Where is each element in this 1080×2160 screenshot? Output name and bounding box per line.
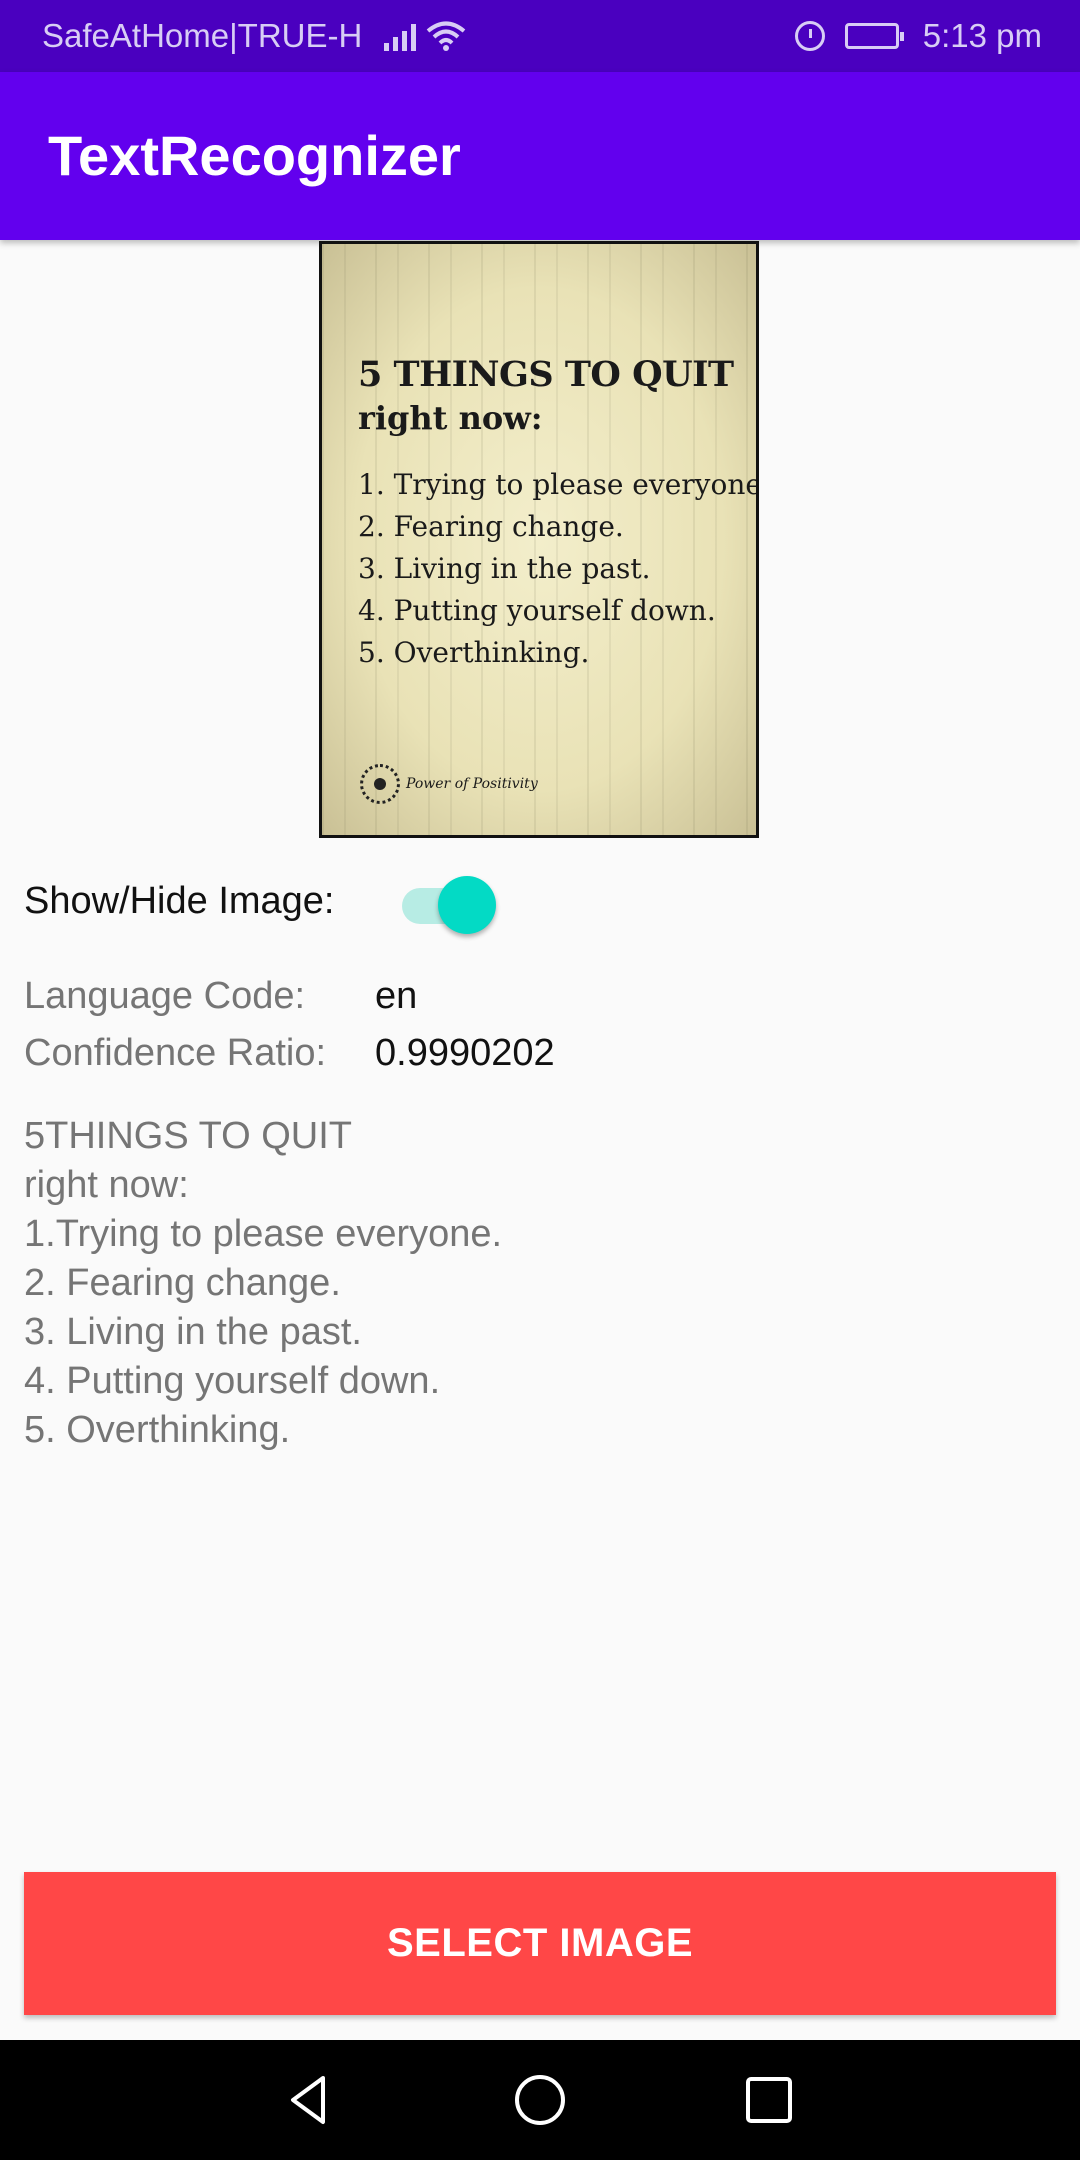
status-bar: SafeAtHome|TRUE-H 5:13 pm — [0, 0, 1080, 72]
image-list-item: 5. Overthinking. — [358, 636, 590, 669]
image-subtitle: right now: — [358, 399, 543, 437]
image-list-item: 4. Putting yourself down. — [358, 594, 716, 627]
selected-image: 5 THINGS TO QUIT right now: 1. Trying to… — [319, 241, 759, 838]
back-icon[interactable] — [279, 2070, 339, 2130]
image-logo: Power of Positivity — [360, 764, 538, 804]
select-image-button[interactable]: SELECT IMAGE — [24, 1872, 1056, 2015]
image-list-item: 3. Living in the past. — [358, 552, 651, 585]
image-list: 1. Trying to please everyone. 2. Fearing… — [358, 464, 759, 674]
confidence-ratio-value: 0.9990202 — [375, 1032, 555, 1074]
recognized-text: 5THINGS TO QUIT right now: 1.Trying to p… — [24, 1115, 503, 1451]
switch-thumb[interactable] — [438, 876, 496, 934]
app-title: TextRecognizer — [48, 124, 461, 187]
status-time: 5:13 pm — [922, 17, 1042, 54]
image-list-item: 2. Fearing change. — [358, 510, 624, 543]
alarm-icon — [794, 21, 825, 51]
carrier-name: SafeAtHome|TRUE-H — [42, 17, 363, 54]
image-logo-text: Power of Positivity — [406, 776, 538, 792]
language-code-value: en — [375, 975, 418, 1017]
image-list-item: 1. Trying to please everyone. — [358, 468, 759, 501]
confidence-ratio-label: Confidence Ratio: — [24, 1032, 327, 1074]
battery-icon — [844, 23, 904, 49]
show-hide-label: Show/Hide Image: — [24, 880, 335, 922]
language-code-label: Language Code: — [24, 975, 306, 1017]
show-hide-switch[interactable] — [400, 872, 500, 934]
home-icon[interactable] — [510, 2070, 570, 2130]
navigation-bar — [0, 2040, 1080, 2160]
sun-logo-icon — [360, 764, 400, 804]
recents-icon[interactable] — [739, 2070, 799, 2130]
signal-icon — [384, 21, 417, 51]
app-bar: TextRecognizer — [0, 72, 1080, 240]
wifi-icon — [427, 21, 466, 51]
image-title: 5 THINGS TO QUIT — [358, 354, 734, 395]
